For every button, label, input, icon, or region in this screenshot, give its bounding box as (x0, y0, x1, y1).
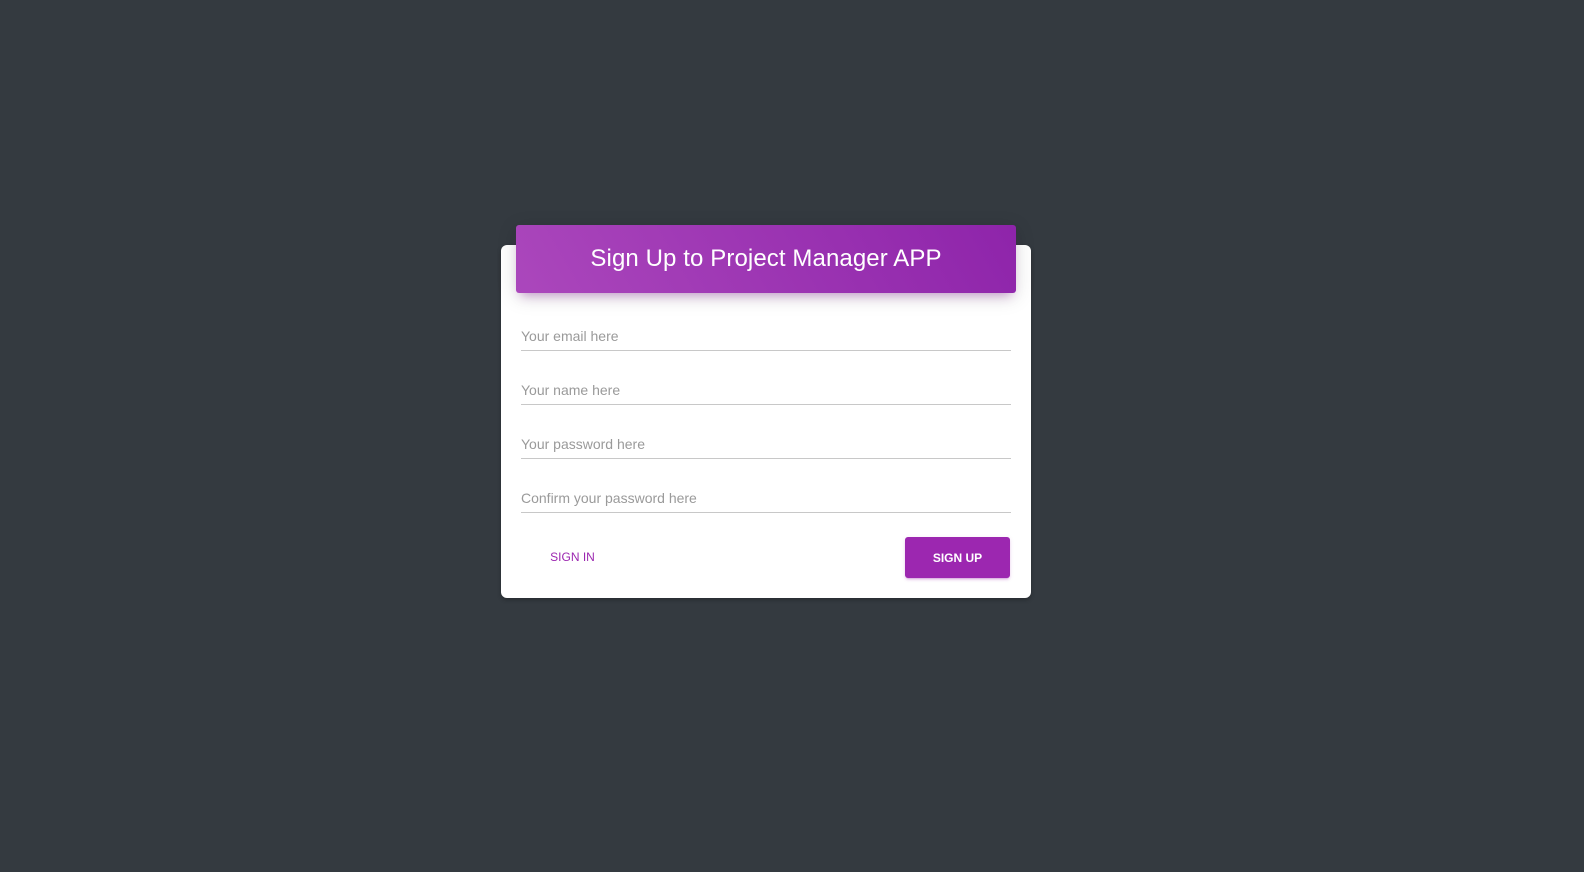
sign-up-button[interactable]: SIGN UP (905, 537, 1010, 578)
page-background: Sign Up to Project Manager APP SIGN IN S… (0, 0, 1584, 872)
card-header: Sign Up to Project Manager APP (516, 225, 1016, 293)
card-title: Sign Up to Project Manager APP (590, 245, 942, 272)
sign-in-button[interactable]: SIGN IN (535, 537, 610, 577)
confirm-password-input[interactable] (521, 483, 1011, 513)
email-input[interactable] (521, 321, 1011, 351)
name-input[interactable] (521, 375, 1011, 405)
password-input[interactable] (521, 429, 1011, 459)
